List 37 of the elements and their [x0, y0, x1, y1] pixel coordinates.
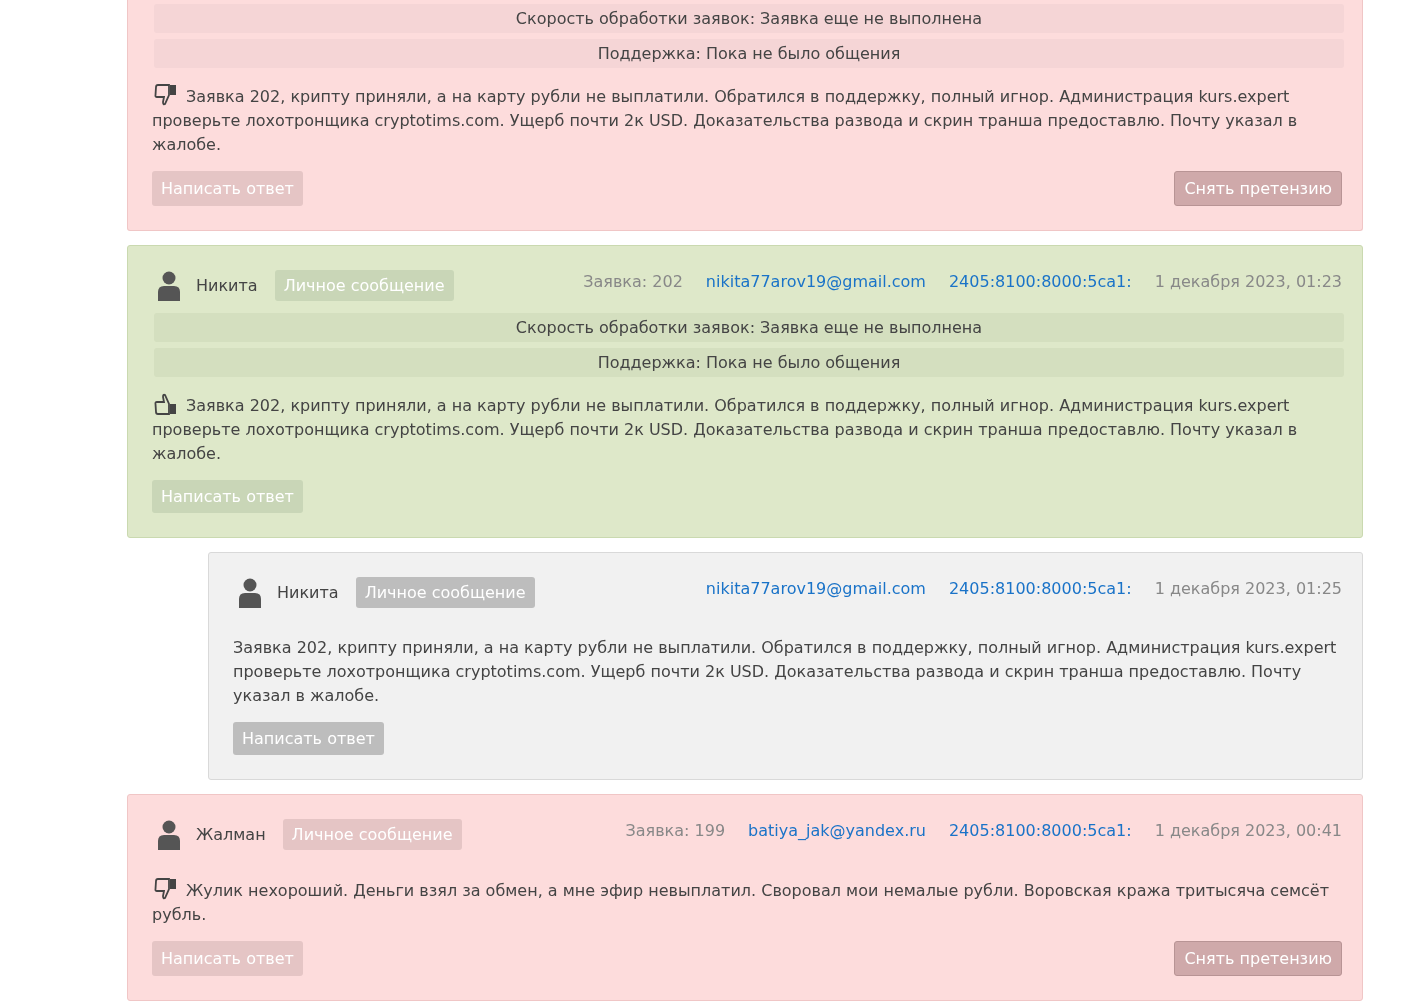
status-bar: Скорость обработки заявок: Заявка еще не выполнена [154, 313, 1344, 342]
author-name: Никита [277, 583, 339, 602]
thumbs-up-icon [154, 393, 178, 415]
reply-button[interactable]: Написать ответ [152, 480, 303, 513]
status-bar: Поддержка: Пока не было общения [154, 348, 1344, 377]
email-link[interactable]: nikita77arov19@gmail.com [705, 272, 926, 291]
private-message-button[interactable]: Личное сообщение [274, 270, 454, 301]
user-icon [239, 577, 261, 608]
review-date: 1 декабря 2023, 01:23 [1154, 272, 1342, 291]
review-text: Заявка 202, крипту приняли, а на карту рубли не выплатили. Обратился в поддержку, полный игнор. Администрация kurs.expert проверьте лохотронщика cryptotims.com. Ущерб почти 2к USD. Доказательства развода и скрин транша предоставлю. Почту указал в жалобе. [152, 84, 1342, 157]
review-text: Заявка 202, крипту приняли, а на карту рубли не выплатили. Обратился в поддержку, полный игнор. Администрация kurs.expert проверьте лохотронщика cryptotims.com. Ущерб почти 2к USD. Доказательства развода и скрин транша предоставлю. Почту указал в жалобе. [152, 393, 1342, 466]
user-icon [158, 819, 180, 850]
private-message-button[interactable]: Личное сообщение [355, 577, 535, 608]
author-name: Жалман [196, 825, 266, 844]
review-text: Заявка 202, крипту приняли, а на карту рубли не выплатили. Обратился в поддержку, полный игнор. Администрация kurs.expert проверьте лохотронщика cryptotims.com. Ущерб почти 2к USD. Доказательства развода и скрин транша предоставлю. Почту указал в жалобе. [233, 637, 1338, 707]
email-link[interactable]: nikita77arov19@gmail.com [705, 579, 926, 598]
thumbs-down-icon [154, 84, 178, 106]
author-name: Никита [196, 276, 258, 295]
review-date: 1 декабря 2023, 01:25 [1154, 579, 1342, 598]
retract-claim-button[interactable]: Снять претензию [1174, 171, 1342, 206]
retract-claim-button[interactable]: Снять претензию [1174, 941, 1342, 976]
review-date: 1 декабря 2023, 00:41 [1154, 821, 1342, 840]
reply-button[interactable]: Написать ответ [152, 171, 303, 206]
email-link[interactable]: batiya_jak@yandex.ru [748, 821, 926, 840]
review-text: Жулик нехороший. Деньги взял за обмен, а мне эфир невыплатил. Своровал мои немалые рубли. Воровская кража тритысяча семсёт рубль. [152, 878, 1342, 927]
reply-button[interactable]: Написать ответ [233, 722, 384, 755]
order-number: Заявка: 202 [583, 272, 683, 291]
reply-button[interactable]: Написать ответ [152, 941, 303, 976]
status-bar: Поддержка: Пока не было общения [154, 39, 1344, 68]
user-icon [158, 270, 180, 301]
order-number: Заявка: 199 [625, 821, 726, 840]
private-message-button[interactable]: Личное сообщение [282, 819, 462, 850]
ip-link[interactable]: 2405:8100:8000:5ca1: [948, 272, 1132, 291]
status-bar: Скорость обработки заявок: Заявка еще не выполнена [154, 4, 1344, 33]
ip-link[interactable]: 2405:8100:8000:5ca1: [948, 579, 1132, 598]
ip-link[interactable]: 2405:8100:8000:5ca1: [948, 821, 1132, 840]
thumbs-down-icon [154, 878, 178, 900]
